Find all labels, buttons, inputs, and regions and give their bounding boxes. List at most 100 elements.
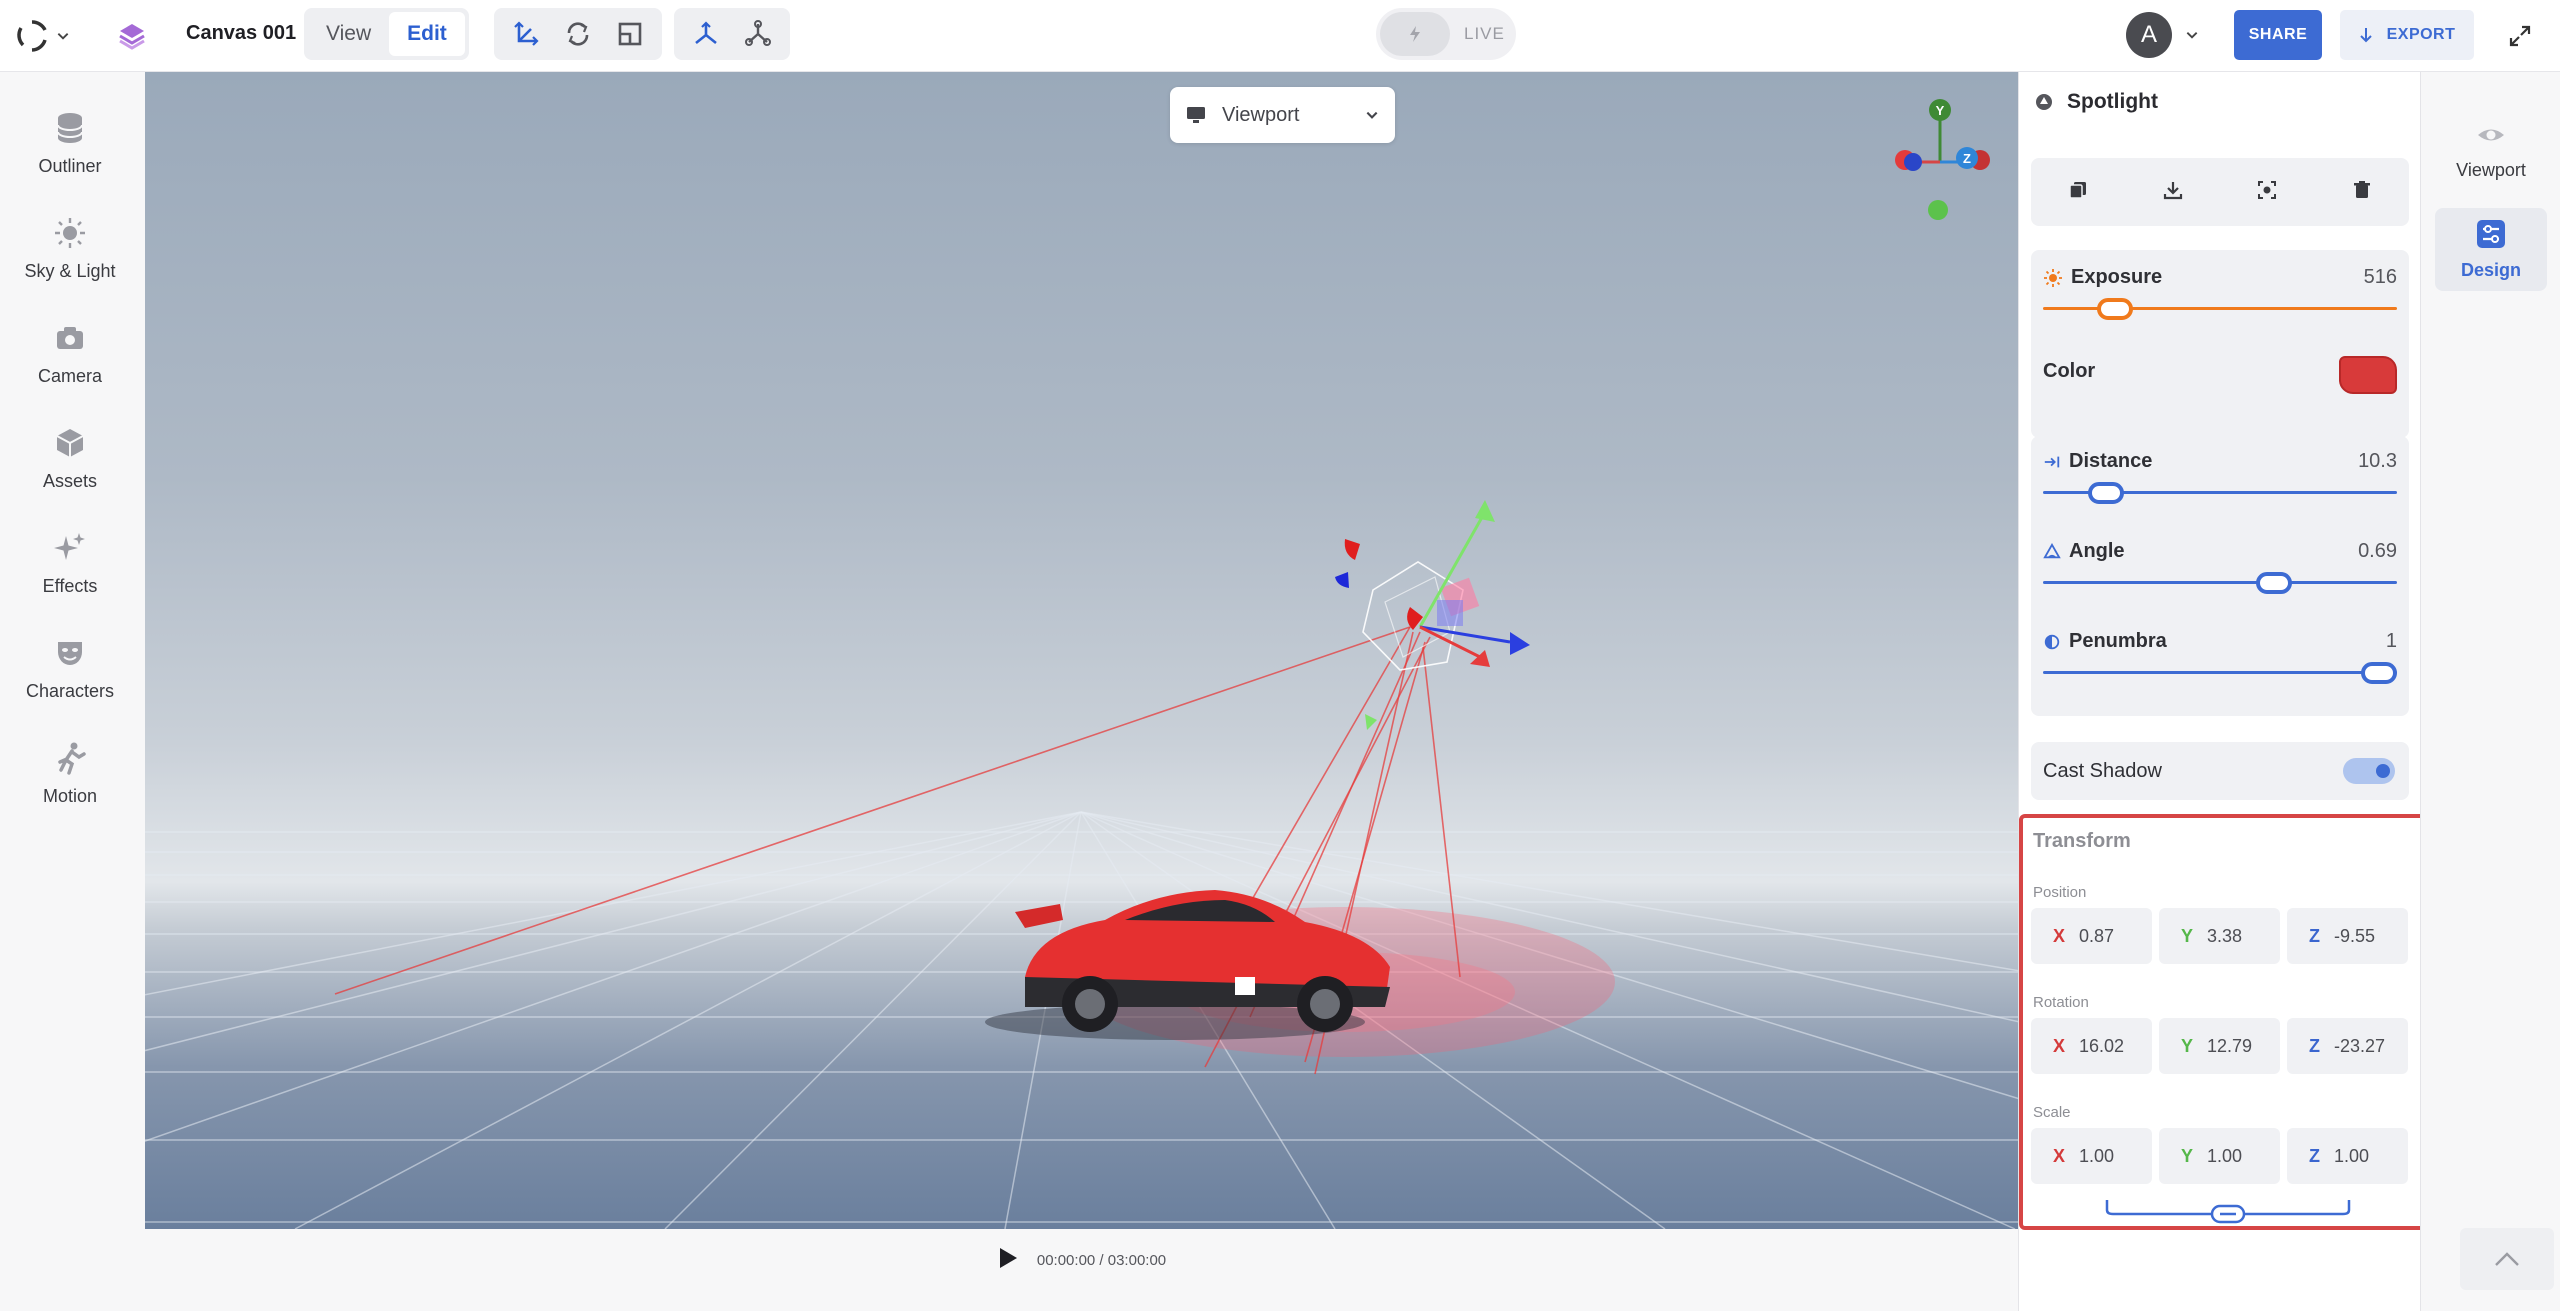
sidebar-item-label: Characters [25,681,115,701]
distance-slider-thumb[interactable] [2087,482,2124,504]
running-icon [58,742,86,775]
move-tool-button[interactable] [500,8,552,60]
tab-edit[interactable]: Edit [389,12,465,56]
layers-icon[interactable] [112,16,152,56]
arrow-down-icon [2359,28,2372,43]
scale-y-field[interactable]: Y 1.00 [2159,1128,2280,1184]
scale-z-field[interactable]: Z 1.00 [2287,1128,2408,1184]
sidebar-item-effects[interactable]: Effects [0,530,140,597]
scale-tool-button[interactable] [604,8,656,60]
exposure-slider-thumb[interactable] [2097,298,2134,320]
trash-icon [2353,180,2370,198]
sidebar-item-characters[interactable]: Characters [0,635,140,702]
rail-item-viewport[interactable]: Viewport [2435,110,2547,191]
sidebar-item-assets[interactable]: Assets [0,425,140,492]
axis-gizmo-icon [695,21,717,45]
scale-y-value: 1.00 [2207,1145,2243,1166]
cast-shadow-toggle[interactable] [2343,758,2395,784]
spot-cone-card: Distance 10.3 Angle 0.69 Penumbra 1 [2031,436,2409,716]
cast-shadow-card: Cast Shadow [2031,742,2409,800]
scale-row: X 1.00 Y 1.00 Z 1.00 [2031,1128,2408,1184]
distance-value: 10.3 [2358,450,2397,472]
position-z-field[interactable]: Z -9.55 [2287,908,2408,964]
sliders-icon [2477,220,2505,248]
position-label: Position [2033,884,2087,901]
rail-item-design[interactable]: Design [2435,208,2547,291]
sidebar-item-label: Effects [42,576,98,596]
duplicate-button[interactable] [2068,180,2088,205]
scale-x-value: 1.00 [2079,1145,2115,1166]
angle-label: Angle [2069,540,2125,562]
position-x-field[interactable]: X 0.87 [2031,908,2152,964]
properties-panel: Spotlight Exposure 516 Color Distance 10… [2018,72,2429,1311]
rotation-z-field[interactable]: Z -23.27 [2287,1018,2408,1074]
distance-label: Distance [2069,450,2153,472]
penumbra-row: Penumbra 1 [2043,630,2397,687]
sidebar-item-camera[interactable]: Camera [0,320,140,387]
app-menu-button[interactable] [14,16,74,56]
sun-icon [55,218,85,248]
exposure-row: Exposure 516 [2043,266,2397,323]
penumbra-value: 1 [2385,630,2397,652]
uniform-scale-lock-button[interactable] [2103,1200,2353,1226]
rotation-y-field[interactable]: Y 12.79 [2159,1018,2280,1074]
scale-label: Scale [2033,1104,2071,1121]
orientation-gizmo[interactable]: Y Z [1895,99,1990,220]
rotation-x-field[interactable]: X 16.02 [2031,1018,2152,1074]
eye-icon [2478,129,2504,141]
export-label: EXPORT [2386,26,2456,43]
scene-canvas[interactable]: Y Z [145,72,2018,1229]
3d-viewport[interactable]: Y Z Viewport [145,72,2018,1229]
avatar[interactable]: A [2126,12,2172,58]
monitor-icon [1187,107,1205,123]
play-button[interactable] [997,1246,1019,1275]
cone-icon [2043,542,2061,558]
node-graph-icon [745,20,771,46]
distance-slider[interactable] [2043,477,2397,507]
angle-row: Angle 0.69 [2043,540,2397,597]
cast-shadow-label: Cast Shadow [2043,760,2162,782]
action-toolbar [2031,158,2409,226]
position-row: X 0.87 Y 3.38 Z -9.55 [2031,908,2408,964]
scale-icon [618,22,642,46]
delete-button[interactable] [2352,180,2372,205]
angle-slider-thumb[interactable] [2256,572,2293,594]
save-button[interactable] [2163,180,2183,205]
export-button[interactable]: EXPORT [2340,10,2474,60]
angle-slider[interactable] [2043,567,2397,597]
exposure-slider[interactable] [2043,293,2397,323]
exposure-label: Exposure [2071,266,2163,288]
color-swatch[interactable] [2339,356,2397,394]
local-axis-button[interactable] [680,8,732,60]
camera-select[interactable]: Viewport [1170,87,1395,143]
account-chevron-button[interactable] [2180,20,2204,50]
position-x-value: 0.87 [2079,925,2115,946]
live-toggle[interactable]: LIVE [1376,8,1516,60]
move-icon [514,21,539,46]
tab-view[interactable]: View [308,12,389,56]
right-rail: Viewport Design [2420,72,2560,1311]
top-bar: Canvas 001 View Edit LIVE A SHARE EXPORT [0,0,2560,72]
scale-x-field[interactable]: X 1.00 [2031,1128,2152,1184]
sidebar-item-sky-light[interactable]: Sky & Light [0,215,140,282]
penumbra-slider-thumb[interactable] [2361,662,2397,684]
focus-button[interactable] [2257,180,2277,205]
sidebar-item-outliner[interactable]: Outliner [0,110,140,177]
penumbra-slider[interactable] [2043,657,2397,687]
canvas-title[interactable]: Canvas 001 [186,22,296,45]
share-button[interactable]: SHARE [2234,10,2322,60]
light-gizmo[interactable] [1335,500,1530,730]
position-y-field[interactable]: Y 3.38 [2159,908,2280,964]
expand-icon [2509,25,2531,47]
chevron-down-icon [1366,111,1378,119]
sidebar-item-label: Assets [42,471,98,491]
rotation-z-value: -23.27 [2334,1035,2386,1056]
scroll-up-button[interactable] [2460,1228,2554,1290]
rotate-tool-button[interactable] [552,8,604,60]
sidebar-item-label: Outliner [38,156,102,176]
pivot-button[interactable] [732,8,784,60]
database-icon [57,113,83,143]
fullscreen-button[interactable] [2502,18,2538,54]
sidebar-item-motion[interactable]: Motion [0,740,140,807]
sidebar-item-label: Camera [37,366,103,386]
